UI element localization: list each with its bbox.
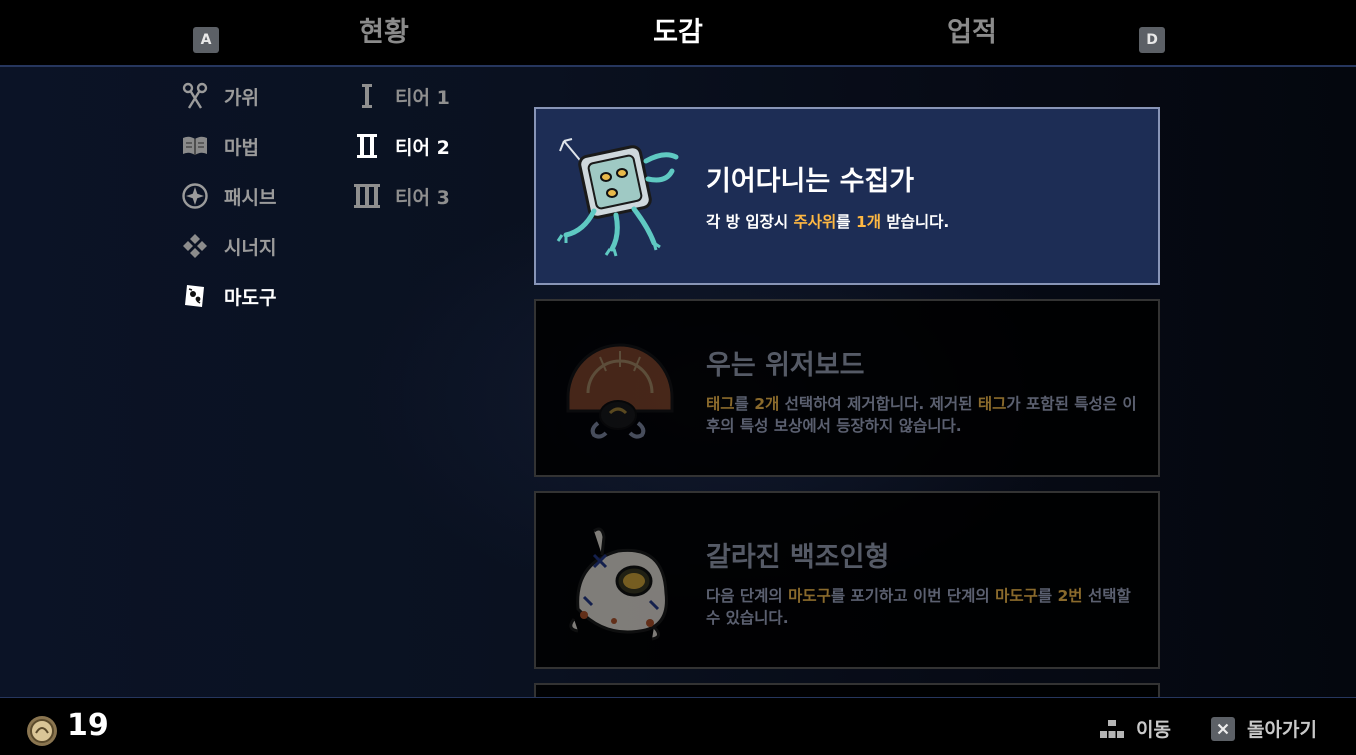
tier-3[interactable]: 티어 3 <box>352 180 450 212</box>
compass-icon <box>180 181 210 211</box>
tier-3-icon <box>352 181 382 211</box>
item-card-cracked-swan-doll[interactable]: 갈라진 백조인형 다음 단계의 마도구를 포기하고 이번 단계의 마도구를 2번… <box>534 491 1160 669</box>
artifact-card-icon <box>180 281 210 311</box>
key-hint-d: D <box>1139 27 1165 53</box>
description-text: 를 <box>734 395 755 413</box>
item-title: 기어다니는 수집가 <box>706 166 915 197</box>
category-label: 가위 <box>224 86 259 109</box>
coin-icon <box>26 715 58 751</box>
category-scissors[interactable]: 가위 <box>180 80 259 112</box>
description-highlight: 2번 <box>1057 587 1083 605</box>
item-card-weeping-ouija-board[interactable]: 우는 위저보드 태그를 2개 선택하여 제거합니다. 제거된 태그가 포함된 특… <box>534 299 1160 477</box>
description-highlight: 주사위 <box>793 213 837 231</box>
back-button-label: 돌아가기 <box>1247 719 1317 741</box>
tier-label: 티어 3 <box>395 186 450 209</box>
item-title: 우는 위저보드 <box>706 350 865 381</box>
description-highlight: 1개 <box>855 213 881 231</box>
category-label: 마도구 <box>224 286 277 309</box>
tier-1-icon <box>352 81 382 111</box>
tier-2[interactable]: 티어 2 <box>352 130 450 162</box>
tab-encyclopedia[interactable]: 도감 <box>578 10 778 49</box>
description-text: 를 포기하고 이번 단계의 <box>830 587 996 605</box>
description-text: 다음 단계의 <box>706 587 789 605</box>
category-magic[interactable]: 마법 <box>180 130 259 162</box>
description-highlight: 태그 <box>977 395 1007 413</box>
top-tab-bar: A 현황 도감 업적 D <box>0 0 1356 67</box>
tab-status[interactable]: 현황 <box>284 10 484 49</box>
tab-achievements[interactable]: 업적 <box>872 10 1072 49</box>
coin-count: 19 <box>67 708 109 743</box>
description-text: 를 <box>836 213 856 231</box>
category-label: 시너지 <box>224 236 277 259</box>
description-text: 선택하여 제거합니다. 제거된 <box>779 395 978 413</box>
tier-1[interactable]: 티어 1 <box>352 80 450 112</box>
spellbook-icon <box>180 131 210 161</box>
category-artifact[interactable]: 마도구 <box>180 280 276 312</box>
description-text: 받습니다. <box>881 213 950 231</box>
category-passive[interactable]: 패시브 <box>180 180 276 212</box>
x-key-icon <box>1211 716 1235 741</box>
description-highlight: 마도구 <box>995 587 1038 605</box>
move-hint[interactable]: 이동 <box>1100 715 1171 742</box>
move-hint-label: 이동 <box>1136 719 1171 741</box>
tier-2-icon <box>352 131 382 161</box>
category-label: 패시브 <box>224 186 277 209</box>
crawling-collector-art <box>554 131 679 261</box>
description-highlight: 마도구 <box>788 587 831 605</box>
item-description: 태그를 2개 선택하여 제거합니다. 제거된 태그가 포함된 특성은 이후의 특… <box>706 393 1146 437</box>
bottom-bar: 19 이동 돌아가기 <box>0 697 1356 755</box>
back-button[interactable]: 돌아가기 <box>1211 715 1317 742</box>
tier-label: 티어 2 <box>395 136 450 159</box>
item-description: 각 방 입장시 주사위를 1개 받습니다. <box>706 211 1146 233</box>
description-highlight: 태그 <box>706 395 735 413</box>
item-description: 다음 단계의 마도구를 포기하고 이번 단계의 마도구를 2번 선택할 수 있습… <box>706 585 1146 629</box>
item-card-crawling-collector[interactable]: 기어다니는 수집가 각 방 입장시 주사위를 1개 받습니다. <box>534 107 1160 285</box>
description-text: 각 방 입장시 <box>706 213 794 231</box>
scissors-icon <box>180 81 210 111</box>
category-synergy[interactable]: 시너지 <box>180 230 276 262</box>
synergy-diamond-icon <box>180 231 210 261</box>
dpad-icon <box>1100 719 1124 739</box>
weeping-ouija-board-art <box>554 327 674 457</box>
description-highlight: 2개 <box>754 395 780 413</box>
item-title: 갈라진 백조인형 <box>706 542 890 573</box>
key-hint-a: A <box>193 27 219 53</box>
cracked-swan-doll-art <box>554 523 674 653</box>
description-text: 를 <box>1037 587 1058 605</box>
category-label: 마법 <box>224 136 259 159</box>
tier-label: 티어 1 <box>395 86 450 109</box>
